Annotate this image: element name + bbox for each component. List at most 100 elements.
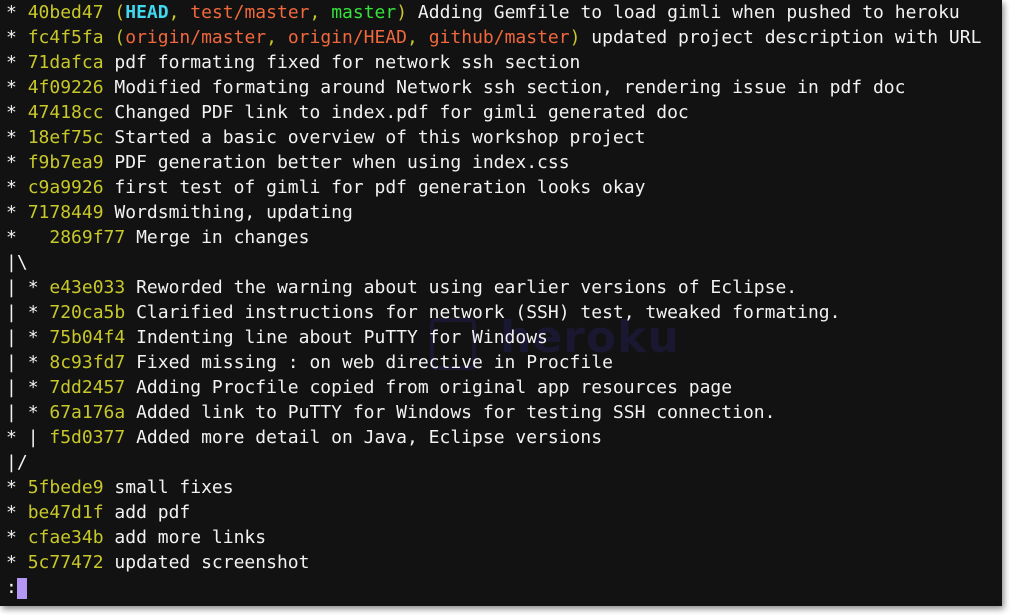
graph-node: * (27, 352, 50, 373)
graph-node: * (6, 52, 28, 73)
graph-node: * (6, 527, 28, 548)
commit-message: Added link to PuTTY for Windows for test… (136, 402, 776, 423)
log-line: * c9a9926 first test of gimli for pdf ge… (6, 175, 1002, 200)
commit-message: add pdf (114, 502, 191, 523)
commit-message: Modified formating around Network ssh se… (114, 77, 906, 98)
log-line: | * 67a176a Added link to PuTTY for Wind… (6, 400, 1002, 425)
ref-separator: , (309, 2, 332, 23)
graph-branch-line: | (27, 427, 50, 448)
commit-hash: 40bed47 (27, 2, 104, 23)
commit-hash: 5fbede9 (27, 477, 104, 498)
ref-label: origin/master (125, 27, 267, 48)
graph-branch-line: |\ (6, 252, 28, 273)
commit-hash: cfae34b (27, 527, 104, 548)
commit-hash: 7178449 (27, 202, 104, 223)
git-log-output: * 40bed47 (HEAD, test/master, master) Ad… (6, 0, 1002, 600)
graph-node: * (6, 127, 28, 148)
ref-label: master (331, 2, 397, 23)
commit-hash: 2869f77 (49, 227, 126, 248)
commit-hash: 18ef75c (27, 127, 104, 148)
graph-node: * (6, 2, 28, 23)
pager-prompt: : (6, 577, 17, 598)
terminal-window[interactable]: heroku * 40bed47 (HEAD, test/master, mas… (0, 0, 1002, 606)
graph-branch-line: | (6, 302, 28, 323)
graph-node: * (6, 477, 28, 498)
graph-node: * (6, 152, 28, 173)
commit-message: add more links (114, 527, 267, 548)
commit-hash: f9b7ea9 (27, 152, 104, 173)
graph-node: * (27, 302, 50, 323)
commit-message: small fixes (114, 477, 234, 498)
commit-hash: e43e033 (49, 277, 126, 298)
log-line: * 47418cc Changed PDF link to index.pdf … (6, 100, 1002, 125)
ref-label: HEAD (125, 2, 169, 23)
ref-label: test/master (190, 2, 310, 23)
ref-separator: , (407, 27, 429, 48)
log-line: * cfae34b add more links (6, 525, 1002, 550)
commit-hash: 8c93fd7 (49, 352, 126, 373)
commit-hash: 720ca5b (49, 302, 126, 323)
graph-node: * (6, 77, 28, 98)
pager-prompt-line[interactable]: : (6, 575, 1002, 600)
log-line: * fc4f5fa (origin/master, origin/HEAD, g… (6, 25, 1002, 50)
graph-node: * (27, 327, 50, 348)
commit-message: Reworded the warning about using earlier… (136, 277, 798, 298)
graph-node: * (6, 177, 28, 198)
commit-hash: c9a9926 (27, 177, 104, 198)
graph-node: * (27, 377, 50, 398)
commit-hash: 67a176a (49, 402, 126, 423)
commit-message: updated project description with URL (591, 27, 982, 48)
log-line: | * 720ca5b Clarified instructions for n… (6, 300, 1002, 325)
commit-hash: f5d0377 (49, 427, 126, 448)
log-line: * 2869f77 Merge in changes (6, 225, 1002, 250)
commit-message: PDF generation better when using index.c… (114, 152, 570, 173)
ref-separator: , (168, 2, 191, 23)
commit-hash: 5c77472 (27, 552, 104, 573)
text-cursor[interactable] (16, 577, 27, 599)
log-line: * f9b7ea9 PDF generation better when usi… (6, 150, 1002, 175)
log-line: | * 75b04f4 Indenting line about PuTTY f… (6, 325, 1002, 350)
commit-message: Merge in changes (136, 227, 310, 248)
graph-branch-line: | (6, 352, 28, 373)
ref-close-paren: ) (569, 27, 581, 48)
log-line: * 5fbede9 small fixes (6, 475, 1002, 500)
log-line: | * 7dd2457 Adding Procfile copied from … (6, 375, 1002, 400)
commit-hash: 47418cc (27, 102, 104, 123)
log-line: | * 8c93fd7 Fixed missing : on web direc… (6, 350, 1002, 375)
graph-node: * (6, 227, 50, 248)
graph-node: * (27, 277, 50, 298)
commit-message: updated screenshot (114, 552, 310, 573)
commit-message: first test of gimli for pdf generation l… (114, 177, 646, 198)
log-line: * 40bed47 (HEAD, test/master, master) Ad… (6, 0, 1002, 25)
commit-hash: 71dafca (27, 52, 104, 73)
commit-hash: 7dd2457 (49, 377, 126, 398)
commit-hash: 4f09226 (27, 77, 104, 98)
ref-separator: , (266, 27, 288, 48)
graph-branch-line: | (6, 327, 28, 348)
log-line: * 4f09226 Modified formating around Netw… (6, 75, 1002, 100)
commit-message: Adding Procfile copied from original app… (136, 377, 733, 398)
ref-label: origin/HEAD (287, 27, 408, 48)
commit-message: Fixed missing : on web directive in Proc… (136, 352, 613, 373)
commit-message: pdf formating fixed for network ssh sect… (114, 52, 581, 73)
ref-close-paren: ) (396, 2, 408, 23)
graph-branch-line: | (6, 402, 28, 423)
commit-message: Added more detail on Java, Eclipse versi… (136, 427, 603, 448)
graph-line: |/ (6, 450, 1002, 475)
commit-message: Wordsmithing, updating (114, 202, 353, 223)
graph-node: * (6, 427, 28, 448)
ref-open-paren: ( (103, 2, 126, 23)
